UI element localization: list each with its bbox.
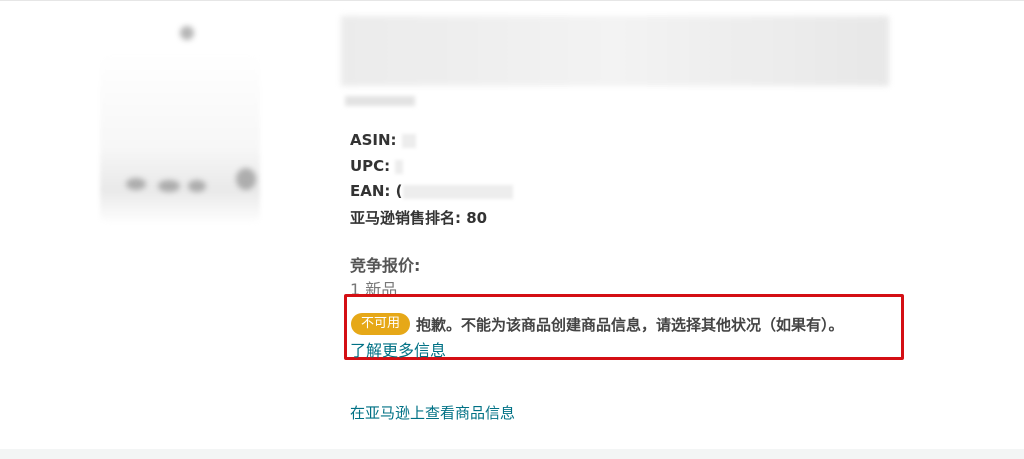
learn-more-link[interactable]: 了解更多信息 [350,337,446,361]
sales-rank-label: 亚马逊销售排名: [350,209,461,227]
asin-value-redacted [401,133,416,148]
product-image [96,20,266,224]
asin-label: ASIN: [350,131,397,149]
sales-rank-row: 亚马逊销售排名: 80 [350,207,487,228]
asin-row: ASIN: [350,131,416,149]
view-on-amazon-link[interactable]: 在亚马逊上查看商品信息 [350,402,515,423]
alert-message: 抱歉。不能为该商品创建商品信息，请选择其他状况（如果有）。 [416,315,844,334]
ean-value-partial: ( [395,182,403,200]
unavailable-alert: 不可用 抱歉。不能为该商品创建商品信息，请选择其他状况（如果有）。 了解更多信息 [344,294,904,360]
sales-rank-value: 80 [466,209,488,227]
product-image-detail [158,180,180,192]
competing-offers-heading: 竞争报价: [350,256,421,275]
product-image-detail [188,180,206,192]
ean-label: EAN: [350,182,391,200]
product-title-redacted [341,16,889,86]
product-subtitle-redacted [345,96,415,106]
upc-label: UPC: [350,157,391,175]
product-image-blurred [100,54,260,224]
footer-band [0,449,1024,459]
product-lookup-page: ASIN: UPC: EAN: ( 亚马逊销售排名: 80 竞争报价: 1 新品… [0,0,1024,459]
alert-row: 不可用 抱歉。不能为该商品创建商品信息，请选择其他状况（如果有）。 [351,313,844,335]
upc-value-redacted [395,159,404,174]
product-image-detail [126,178,146,190]
upc-row: UPC: [350,157,404,175]
ean-value-redacted [402,184,513,199]
product-image-detail [236,168,256,190]
product-image-detail [180,26,194,40]
unavailable-badge: 不可用 [351,313,411,335]
ean-row: EAN: ( [350,182,513,200]
top-divider [0,0,1024,1]
